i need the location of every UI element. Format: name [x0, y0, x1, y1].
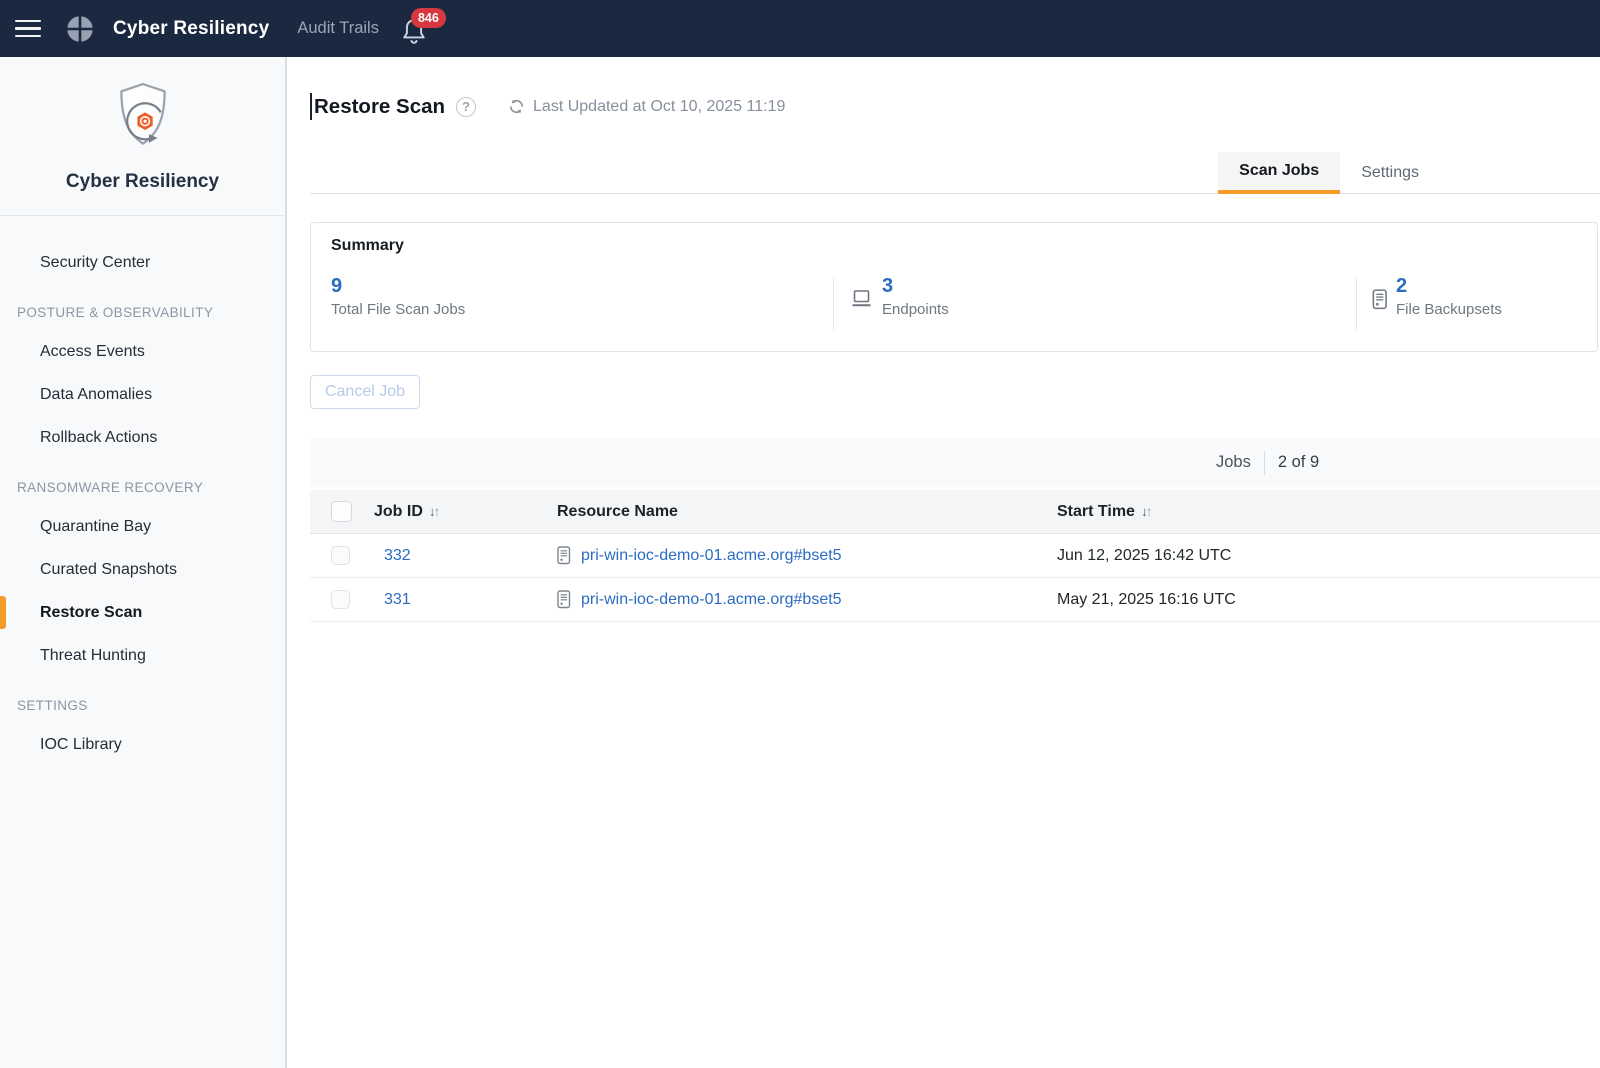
notification-count-badge: 846	[411, 8, 446, 28]
stat-endpoints: 3 Endpoints	[850, 275, 949, 318]
sidebar-item-ioc-library[interactable]: IOC Library	[0, 723, 285, 766]
tab-settings[interactable]: Settings	[1340, 152, 1440, 194]
resource-name-link[interactable]: pri-win-ioc-demo-01.acme.org#bset5	[581, 591, 842, 609]
stat-label: File Backupsets	[1396, 301, 1502, 318]
column-header-job-id[interactable]: Job ID ↓↑	[374, 490, 438, 533]
stat-divider	[1356, 278, 1357, 330]
sidebar-item-access-events[interactable]: Access Events	[0, 330, 285, 373]
sidebar-section-ransomware-recovery: RANSOMWARE RECOVERY	[0, 469, 285, 505]
start-time-value: Jun 12, 2025 16:42 UTC	[1057, 547, 1231, 565]
column-header-resource-name[interactable]: Resource Name	[557, 490, 678, 533]
jobs-count-bar: Jobs 2 of 9	[310, 438, 1600, 487]
backupset-icon	[1372, 289, 1388, 315]
start-time-value: May 21, 2025 16:16 UTC	[1057, 591, 1236, 609]
sidebar-item-restore-scan[interactable]: Restore Scan	[0, 591, 285, 634]
page-title: Restore Scan	[314, 95, 445, 119]
top-navigation-bar: Cyber Resiliency Audit Trails 846	[0, 0, 1600, 57]
help-icon[interactable]: ?	[456, 97, 476, 117]
app-title: Cyber Resiliency	[113, 18, 269, 40]
jobs-count-label: Jobs	[1216, 453, 1251, 472]
tab-scan-jobs[interactable]: Scan Jobs	[1218, 152, 1340, 194]
sidebar-item-rollback-actions[interactable]: Rollback Actions	[0, 416, 285, 459]
sidebar-item-threat-hunting[interactable]: Threat Hunting	[0, 634, 285, 677]
audit-trails-link[interactable]: Audit Trails	[297, 19, 379, 38]
sidebar-item-data-anomalies[interactable]: Data Anomalies	[0, 373, 285, 416]
sidebar-item-security-center[interactable]: Security Center	[0, 241, 285, 284]
stat-divider	[833, 278, 834, 330]
last-updated-text: Last Updated at Oct 10, 2025 11:19	[533, 98, 785, 116]
stat-label: Total File Scan Jobs	[331, 301, 465, 318]
sidebar-section-settings: SETTINGS	[0, 687, 285, 723]
summary-title: Summary	[331, 237, 404, 255]
sidebar-section-posture-observability: POSTURE & OBSERVABILITY	[0, 294, 285, 330]
column-header-start-time[interactable]: Start Time ↓↑	[1057, 490, 1150, 533]
pinwheel-logo-icon	[64, 13, 96, 45]
resource-name-link[interactable]: pri-win-ioc-demo-01.acme.org#bset5	[581, 547, 842, 565]
hamburger-menu-icon[interactable]	[15, 20, 41, 38]
job-id-link[interactable]: 331	[384, 591, 411, 609]
row-checkbox[interactable]	[331, 590, 350, 609]
stat-value: 3	[882, 275, 949, 297]
summary-card: Summary 9 Total File Scan Jobs 3 Endpoin…	[310, 222, 1598, 352]
stat-value: 2	[1396, 275, 1502, 297]
sort-icons[interactable]: ↓↑	[1141, 504, 1151, 519]
refresh-button[interactable]	[507, 97, 526, 116]
jobs-count-divider	[1264, 451, 1265, 475]
sidebar-item-curated-snapshots[interactable]: Curated Snapshots	[0, 548, 285, 591]
stat-file-backupsets: 2 File Backupsets	[1372, 275, 1502, 318]
backupset-icon	[557, 590, 571, 609]
table-header-row: Job ID ↓↑ Resource Name Start Time ↓↑	[310, 490, 1600, 534]
sidebar-nav: Security Center POSTURE & OBSERVABILITY …	[0, 216, 285, 766]
table-row: 332 pri-win-ioc-demo-01.acme.org#bset5 J…	[310, 534, 1600, 578]
laptop-icon	[850, 289, 874, 315]
select-all-checkbox[interactable]	[331, 501, 352, 522]
stat-label: Endpoints	[882, 301, 949, 318]
sidebar: Cyber Resiliency Security Center POSTURE…	[0, 57, 287, 1068]
stat-total-file-scan-jobs: 9 Total File Scan Jobs	[331, 275, 465, 318]
text-caret	[310, 93, 312, 120]
notifications-button[interactable]: 846	[399, 9, 445, 49]
backupset-icon	[557, 546, 571, 565]
cyber-resiliency-shield-icon	[0, 80, 285, 159]
tab-bar: Scan Jobs Settings	[310, 152, 1600, 194]
table-row: 331 pri-win-ioc-demo-01.acme.org#bset5 M…	[310, 578, 1600, 622]
jobs-count-value: 2 of 9	[1278, 453, 1319, 472]
sidebar-item-quarantine-bay[interactable]: Quarantine Bay	[0, 505, 285, 548]
row-checkbox[interactable]	[331, 546, 350, 565]
sort-icons[interactable]: ↓↑	[429, 504, 439, 519]
cancel-job-button[interactable]: Cancel Job	[310, 375, 420, 409]
stat-value: 9	[331, 275, 465, 297]
job-id-link[interactable]: 332	[384, 547, 411, 565]
refresh-icon	[507, 97, 526, 116]
sidebar-brand-name: Cyber Resiliency	[0, 171, 285, 193]
main-content: Restore Scan ? Last Updated at Oct 10, 2…	[289, 57, 1600, 1068]
